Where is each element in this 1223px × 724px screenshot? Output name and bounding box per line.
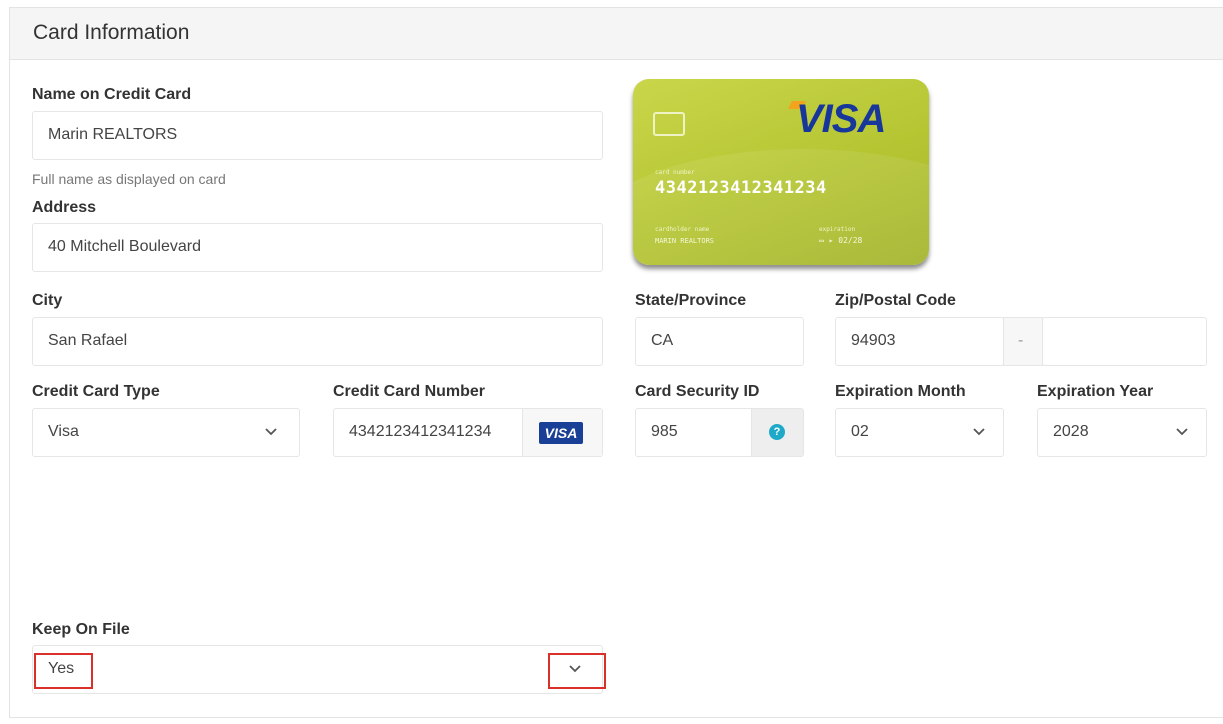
card-number-input[interactable]: 4342123412341234 VISA <box>333 408 603 457</box>
cardholder-preview: MARIN REALTORS <box>655 237 715 245</box>
card-number-label: Credit Card Number <box>333 383 486 400</box>
security-id-label: Card Security ID <box>635 383 760 400</box>
address-label: Address <box>32 199 97 216</box>
card-brand-logo: VISA <box>796 97 886 141</box>
zip-input[interactable]: 94903 <box>835 317 1004 366</box>
address-input[interactable]: 40 Mitchell Boulevard <box>32 223 603 272</box>
exp-year-value: 2028 <box>1053 423 1089 440</box>
exp-month-value: 02 <box>851 423 869 440</box>
chevron-down-icon <box>265 428 277 436</box>
exp-year-label: Expiration Year <box>1037 383 1154 400</box>
city-label: City <box>32 292 63 309</box>
card-type-value: Visa <box>48 423 79 440</box>
keep-on-file-select[interactable]: Yes <box>32 645 603 694</box>
zip-value: 94903 <box>851 332 896 349</box>
card-number-preview: 4342123412341234 <box>655 178 827 198</box>
card-number-value: 4342123412341234 <box>349 423 492 440</box>
zip-label: Zip/Postal Code <box>835 292 956 309</box>
keep-on-file-value-highlight <box>34 653 93 689</box>
expiration-preview-value: 02/28 <box>838 236 863 245</box>
security-help-addon[interactable]: ? <box>751 409 803 456</box>
expiration-caption: expiration <box>819 226 856 233</box>
city-input[interactable]: San Rafael <box>32 317 603 366</box>
credit-card-preview: VISA card number 4342123412341234 cardho… <box>633 79 929 265</box>
card-type-select[interactable]: Visa <box>32 408 300 457</box>
exp-year-select[interactable]: 2028 <box>1037 408 1207 457</box>
exp-month-select[interactable]: 02 <box>835 408 1004 457</box>
keep-on-file-dropdown-highlight <box>548 653 606 689</box>
name-on-card-help: Full name as displayed on card <box>32 171 226 187</box>
name-on-card-label: Name on Credit Card <box>32 86 192 103</box>
chevron-down-icon <box>1176 428 1188 436</box>
state-value: CA <box>651 332 674 349</box>
zip-extension-input[interactable] <box>1042 317 1207 366</box>
card-brand-addon: VISA <box>522 409 602 456</box>
question-circle-icon[interactable]: ? <box>769 424 785 440</box>
visa-logo-icon: VISA <box>539 422 583 444</box>
zip-separator-text: - <box>1018 332 1024 349</box>
security-id-value: 985 <box>651 423 678 440</box>
state-label: State/Province <box>635 292 747 309</box>
panel-title: Card Information <box>33 21 190 44</box>
address-value: 40 Mitchell Boulevard <box>48 238 201 255</box>
city-value: San Rafael <box>48 332 128 349</box>
exp-month-label: Expiration Month <box>835 383 966 400</box>
zip-separator: - <box>1003 317 1043 366</box>
keep-on-file-label: Keep On File <box>32 621 130 638</box>
card-number-caption: card number <box>655 169 695 176</box>
cardholder-caption: cardholder name <box>655 226 710 233</box>
security-id-input[interactable]: 985 ? <box>635 408 804 457</box>
name-on-card-input[interactable]: Marin REALTORS <box>32 111 603 160</box>
name-on-card-value: Marin REALTORS <box>48 126 178 143</box>
panel-header: Card Information <box>10 8 1223 60</box>
card-chip-icon <box>653 112 685 136</box>
card-type-label: Credit Card Type <box>32 383 160 400</box>
state-input[interactable]: CA <box>635 317 804 366</box>
card-sheen <box>633 149 929 265</box>
expiration-preview: ▭ ▸ 02/28 <box>819 236 863 245</box>
chevron-down-icon <box>973 428 985 436</box>
